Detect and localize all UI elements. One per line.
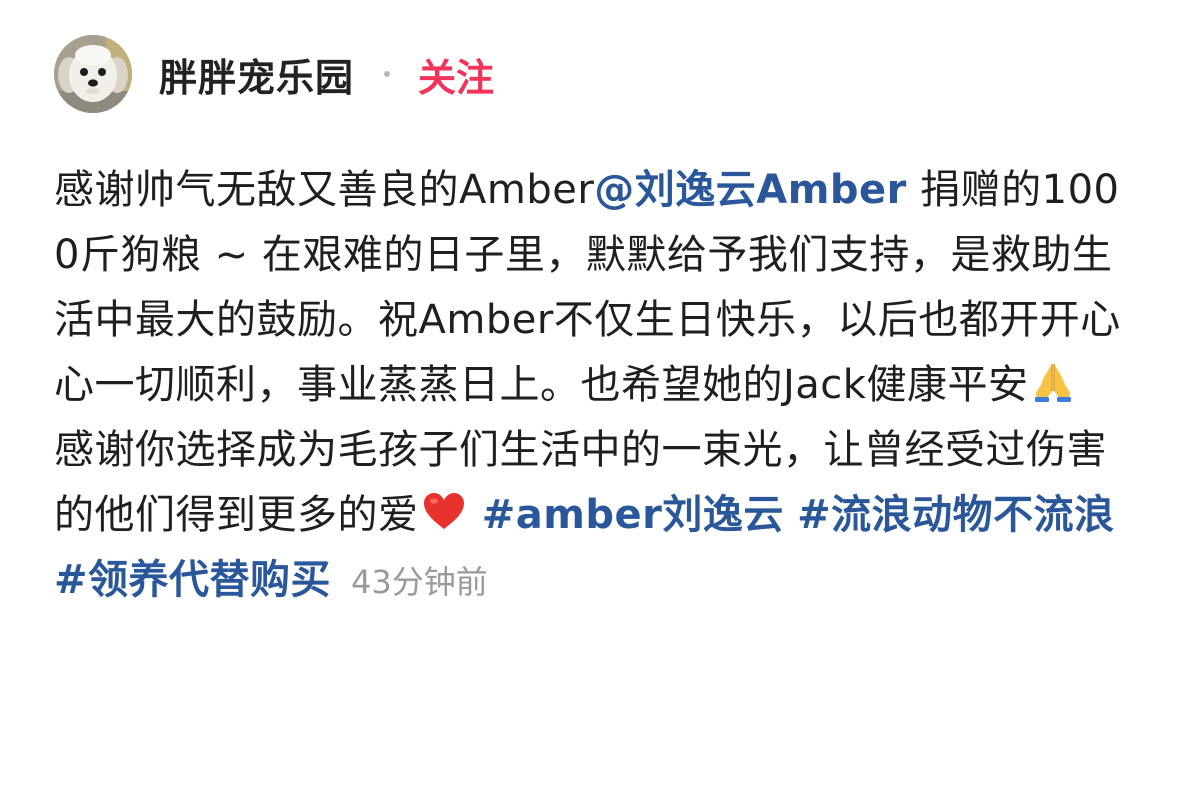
folded-hands-emoji-icon [1030, 358, 1076, 404]
post-content: 感谢帅气无敌又善良的Amber@刘逸云Amber 捐赠的1000斤狗粮 ~ 在艰… [54, 158, 1134, 615]
separator-dot [384, 71, 391, 77]
user-mention-link[interactable]: @刘逸云Amber [594, 167, 907, 213]
post-timestamp: 43分钟前 [351, 563, 488, 601]
post-text: 感谢帅气无敌又善良的Amber [54, 167, 595, 213]
post-paragraph-2: 感谢你选择成为毛孩子们生活中的一束光，让曾经受过伤害的他们得到更多的爱 #amb… [54, 418, 1134, 615]
author-avatar[interactable] [54, 35, 132, 113]
author-name[interactable]: 胖胖宠乐园 [159, 47, 354, 102]
post-paragraph-1: 感谢帅气无敌又善良的Amber@刘逸云Amber 捐赠的1000斤狗粮 ~ 在艰… [54, 158, 1134, 418]
post-header: 胖胖宠乐园 关注 [54, 33, 494, 115]
dog-avatar-icon [54, 35, 132, 113]
follow-button[interactable]: 关注 [418, 47, 494, 102]
red-heart-emoji-icon [421, 488, 467, 534]
weibo-post: 胖胖宠乐园 关注 感谢帅气无敌又善良的Amber@刘逸云Amber 捐赠的100… [0, 0, 1200, 805]
hashtag-link[interactable]: #amber刘逸云 [482, 492, 784, 538]
hashtag-link[interactable]: #领养代替购买 [54, 557, 331, 603]
hashtag-link[interactable]: #流浪动物不流浪 [797, 492, 1115, 538]
